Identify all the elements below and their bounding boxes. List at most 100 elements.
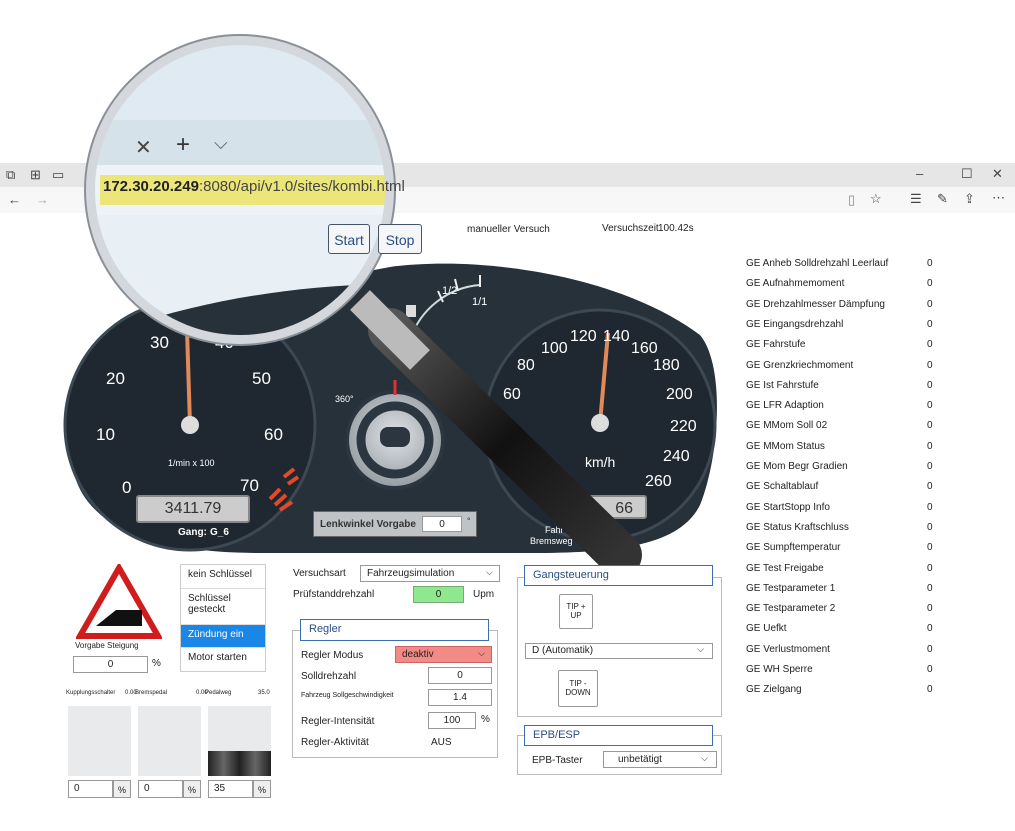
signal-value: 0 [927,258,933,269]
signal-name: GE Test Freigabe [746,562,824,574]
start-button[interactable]: Start [328,224,370,254]
signal-name: GE MMom Status [746,440,825,452]
key-menu: kein Schlüssel Schlüssel gesteckt Zündun… [180,564,266,672]
intensity-label: Regler-Intensität [301,716,375,727]
signal-name: GE Aufnahmemoment [746,278,845,290]
signal-name: GE Drehzahlmesser Dämpfung [746,298,885,310]
lens-new-tab-icon[interactable]: + [176,131,190,159]
intensity-input[interactable]: 100 [428,712,476,729]
gas-bar-fill [208,751,271,776]
key-item-none[interactable]: kein Schlüssel [181,565,265,589]
signal-value: 0 [927,318,933,330]
tip-down-line2: DOWN [565,688,591,697]
back-icon[interactable]: ← [8,192,21,207]
maximize-button[interactable]: ☐ [961,166,973,182]
gas-value: 35.0 [258,690,270,696]
forward-icon[interactable]: → [36,192,49,207]
signal-row: GE MMom Status 0 [746,441,946,461]
regler-mode-select[interactable]: deaktiv ⌵ [395,646,492,663]
tip-down-line1: TIP - [569,679,587,688]
clutch-label: Kupplungsschalter [66,690,116,696]
intensity-unit: % [481,714,490,725]
regler-mode-chevron-icon: ⌵ [478,648,485,658]
url-path: :8080/api/v1.0/sites/kombi.html [198,178,405,195]
close-window-button[interactable]: ✕ [992,166,1003,182]
key-item-inserted[interactable]: Schlüssel gesteckt [181,589,265,625]
signal-value: 0 [927,359,933,371]
test-mode-select[interactable]: Fahrzeugsimulation ⌵ [360,565,500,582]
magnifier-handle [368,308,642,577]
regler-mode-label: Regler Modus [301,650,364,661]
signal-row: GE Anheb Solldrehzahl Leerlauf 0 [746,258,946,278]
activity-value: AUS [431,737,452,748]
more-icon[interactable]: ⋯ [992,190,1005,206]
signal-value: 0 [927,603,933,615]
test-speed-label: Prüfstanddrehzahl [293,589,375,600]
signal-value: 0 [927,400,933,412]
signal-value: 0 [927,481,933,493]
signal-value: 0 [927,542,933,554]
epb-label: EPB-Taster [532,755,583,766]
signal-row: GE Testparameter 2 0 [746,603,946,623]
share-icon[interactable]: ⇪ [964,191,975,207]
signal-name: GE Status Kraftschluss [746,521,849,533]
target-rpm-input[interactable]: 0 [428,667,492,684]
epb-chevron-down-icon: ⌵ [701,753,708,763]
signal-name: GE WH Sperre [746,664,813,675]
target-speed-input[interactable]: 1.4 [428,689,492,706]
reading-view-icon[interactable]: ▯ [848,192,855,208]
test-mode-value: Fahrzeugsimulation [367,568,455,579]
signal-value: 0 [927,562,933,574]
signal-name: GE Testparameter 2 [746,603,836,615]
favorites-list-icon[interactable]: ☰ [910,191,922,207]
url-field[interactable]: 172.30.20.249:8080/api/v1.0/sites/kombi.… [103,178,405,195]
clutch-input[interactable]: 0 [68,780,113,798]
gas-input[interactable]: 35 [208,780,253,798]
minimize-button[interactable]: – [916,166,923,181]
signal-name: GE Sumpftemperatur [746,542,841,554]
epb-value: unbetätigt [618,754,662,765]
signal-name: GE Zielgang [746,684,802,696]
signal-value: 0 [927,461,933,472]
gear-select-value: D (Automatik) [532,645,594,656]
set-aside-tabs-icon[interactable]: ⊞ [30,167,41,183]
signal-row: GE Aufnahmemoment 0 [746,278,946,298]
stop-button[interactable]: Stop [378,224,422,254]
regler-title: Regler [300,619,489,641]
tab-list-icon[interactable]: ⧉ [6,167,15,183]
signal-name: GE Grenzkriechmoment [746,359,854,371]
signal-value: 0 [927,521,933,533]
notes-pen-icon[interactable]: ✎ [937,191,948,207]
gas-bar [208,706,271,776]
gas-unit: % [253,780,271,798]
gear-chevron-down-icon: ⌵ [697,644,704,654]
test-speed-input[interactable]: 0 [413,586,464,603]
clutch-unit: % [113,780,131,798]
signal-row: GE Eingangsdrehzahl 0 [746,319,946,339]
lens-tab-menu-icon[interactable]: ⌵ [214,133,228,154]
signal-value: 0 [927,440,933,452]
key-item-start-engine[interactable]: Motor starten [181,648,265,671]
signal-name: GE Schaltablauf [746,481,819,493]
epb-select[interactable]: unbetätigt ⌵ [603,751,717,768]
magnifier-overlay [84,34,642,577]
gear-select[interactable]: D (Automatik) ⌵ [525,643,713,659]
signal-name: GE Anheb Solldrehzahl Leerlauf [746,258,889,269]
favorite-star-icon[interactable]: ☆ [870,191,882,207]
signal-row: GE Sumpftemperatur 0 [746,542,946,562]
lens-tab-close-icon[interactable]: ✕ [135,135,152,160]
tip-up-button[interactable]: TIP + UP [559,594,593,629]
signal-row: GE Verlustmoment 0 [746,644,946,664]
brake-input[interactable]: 0 [138,780,183,798]
brake-unit: % [183,780,201,798]
gas-label: Pedalweg [205,690,232,696]
signal-value: 0 [927,664,933,675]
target-rpm-label: Solldrehzahl [301,671,357,682]
tip-down-button[interactable]: TIP - DOWN [558,670,598,707]
signal-name: GE MMom Soll 02 [746,420,828,432]
incline-unit: % [152,658,161,669]
signal-value: 0 [927,278,933,290]
incline-input[interactable]: 0 [73,656,148,673]
key-item-ignition[interactable]: Zündung ein [181,625,265,648]
regler-mode-value: deaktiv [402,649,434,660]
